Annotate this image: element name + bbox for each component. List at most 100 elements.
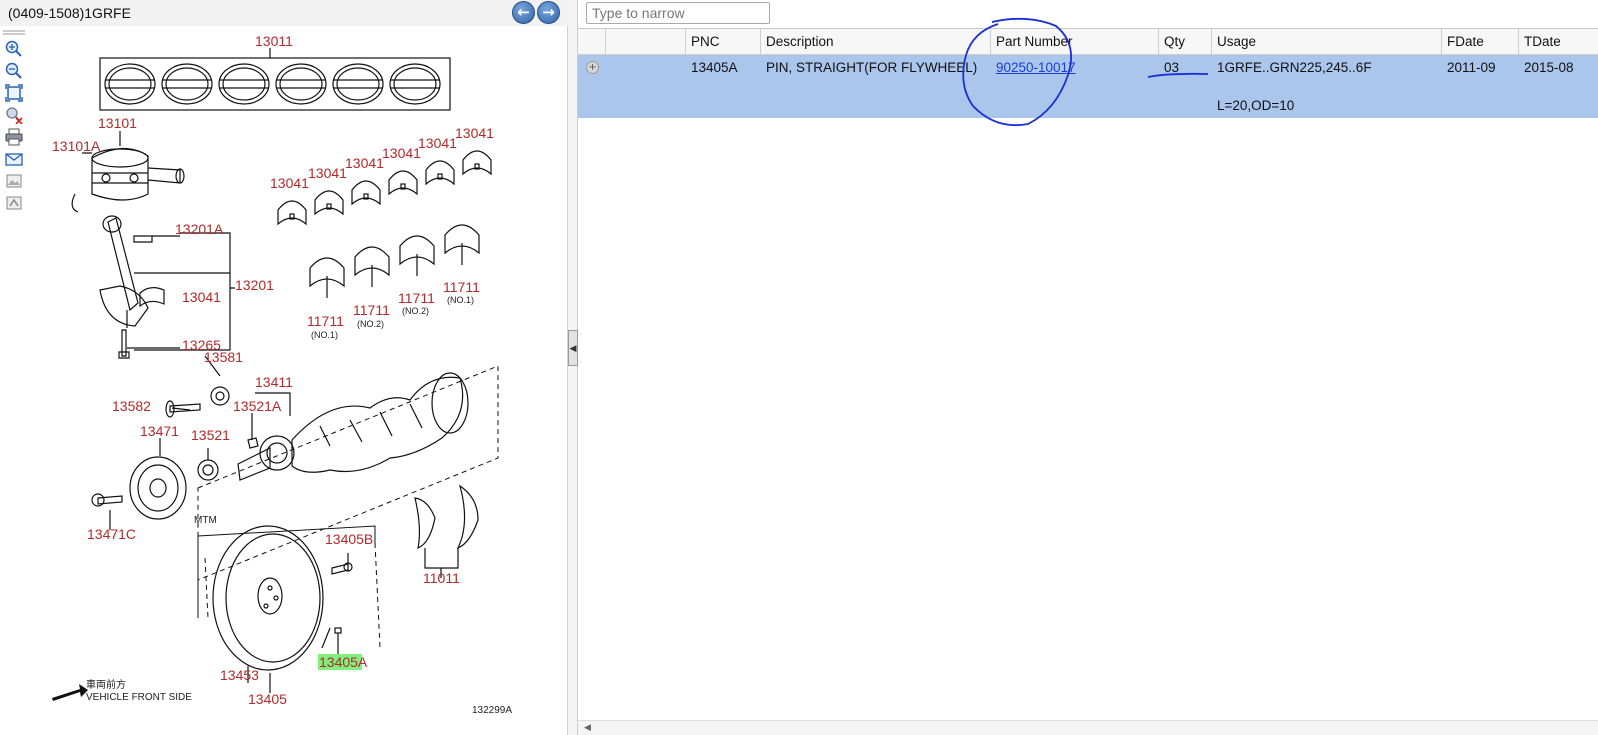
arrow-left-icon: ← [517, 3, 530, 21]
parts-catalog-window: (0409-1508)1GRFE ← → 13011 13101 13101A … [0, 0, 1598, 735]
email-icon [5, 152, 23, 166]
piston-ring [162, 79, 212, 89]
piston-ring [104, 63, 156, 105]
callout-13521[interactable]: 13521 [191, 427, 230, 443]
piston-ring [279, 67, 323, 101]
illustration-toolbar [2, 28, 28, 214]
illustration-title: (0409-1508)1GRFE [8, 5, 131, 21]
callout-13041[interactable]: 13041 [308, 165, 347, 181]
bearing-shell [314, 190, 344, 216]
image-icon [6, 174, 22, 187]
piston-ring [276, 79, 326, 89]
callout-13201[interactable]: 13201 [235, 277, 274, 293]
callout-13041[interactable]: 13041 [382, 145, 421, 161]
column-header-qty[interactable]: Qty [1159, 29, 1212, 55]
illustration-pane: (0409-1508)1GRFE ← → 13011 13101 13101A … [0, 0, 568, 735]
table-row[interactable]: + 13405A PIN, STRAIGHT(FOR FLYWHEEL) 902… [578, 55, 1598, 118]
zoom-out-button[interactable] [2, 60, 26, 81]
bearing-shell [351, 180, 381, 206]
callout-13453[interactable]: 13453 [220, 667, 259, 683]
callout-13411[interactable]: 13411 [255, 374, 293, 390]
callout-13041[interactable]: 13041 [345, 155, 384, 171]
bearing-shell [388, 170, 418, 196]
callout-13101A[interactable]: 13101A [52, 138, 101, 154]
email-button[interactable] [2, 148, 26, 169]
piston-ring [219, 79, 269, 89]
column-header-expand[interactable] [578, 29, 606, 55]
column-header-part-number[interactable]: Part Number [991, 29, 1159, 55]
callout-11711[interactable]: 11711 [443, 279, 480, 295]
cell-qty: 03 [1164, 60, 1180, 75]
expand-row-button[interactable]: + [586, 61, 599, 74]
column-header-tdate[interactable]: TDate [1519, 29, 1598, 55]
callout-13011[interactable]: 13011 [255, 33, 293, 49]
mtm-label: MTM [194, 515, 217, 526]
piston-ring [108, 67, 152, 101]
collapse-pane-button[interactable]: ◀ [568, 330, 578, 366]
piston-ring [161, 63, 213, 105]
piston-ring [105, 79, 155, 89]
triangle-left-icon: ◀ [569, 342, 577, 353]
piston-ring [218, 63, 270, 105]
parts-grid: PNC Description Part Number Qty Usage FD… [578, 28, 1598, 718]
bearing-note: (NO.1) [311, 330, 338, 340]
piston-ring [390, 79, 440, 89]
pane-splitter[interactable] [568, 0, 578, 735]
callout-13201A[interactable]: 13201A [175, 221, 224, 237]
callout-13521A[interactable]: 13521A [233, 398, 282, 414]
piston-ring [165, 67, 209, 101]
callout-13471C[interactable]: 13471C [87, 526, 136, 542]
parts-list-pane: PNC Description Part Number Qty Usage FD… [578, 0, 1598, 735]
callout-13041[interactable]: 13041 [182, 289, 221, 305]
callout-11711[interactable]: 11711 [307, 313, 344, 329]
callout-13101[interactable]: 13101 [98, 115, 137, 131]
export-icon [6, 196, 22, 209]
callout-11711[interactable]: 11711 [398, 290, 435, 306]
piston-ring [275, 63, 327, 105]
piston-ring [332, 63, 384, 105]
fit-to-window-button[interactable] [2, 82, 26, 103]
zoom-in-button[interactable] [2, 38, 26, 59]
zoom-out-icon [5, 62, 22, 79]
scroll-left-icon[interactable]: ◀ [584, 722, 591, 733]
cell-tdate: 2015-08 [1524, 60, 1574, 75]
callout-13582[interactable]: 13582 [112, 398, 151, 414]
callout-13471[interactable]: 13471 [140, 423, 179, 439]
piston-ring [393, 67, 437, 101]
arrow-right-icon: → [542, 3, 555, 21]
image-button[interactable] [2, 170, 26, 191]
toolbar-grip[interactable] [2, 28, 26, 37]
print-button[interactable] [2, 126, 26, 147]
illustration-reference: 132299A [472, 705, 512, 716]
callout-13405B[interactable]: 13405B [325, 531, 373, 547]
bearing-shell [277, 200, 307, 226]
callout-13041[interactable]: 13041 [418, 135, 457, 151]
column-header-fdate[interactable]: FDate [1442, 29, 1519, 55]
previous-illustration-button[interactable]: ← [512, 1, 535, 24]
cell-pnc: 13405A [691, 60, 738, 75]
plus-icon: + [588, 62, 597, 73]
callout-13405A[interactable]: 13405A [319, 654, 368, 670]
exploded-parts-diagram: 13011 13101 13101A 13041 13041 13041 130… [52, 33, 512, 716]
column-header-usage[interactable]: Usage [1212, 29, 1442, 55]
column-header-pnc[interactable]: PNC [686, 29, 761, 55]
callout-13405[interactable]: 13405 [248, 691, 287, 707]
next-illustration-button[interactable]: → [537, 1, 560, 24]
cell-description: PIN, STRAIGHT(FOR FLYWHEEL) [766, 60, 978, 75]
callout-13581[interactable]: 13581 [204, 349, 243, 365]
piston-ring [389, 63, 441, 105]
export-button[interactable] [2, 192, 26, 213]
bearing-note: (NO.2) [402, 306, 429, 316]
part-number-link[interactable]: 90250-10017 [996, 60, 1076, 75]
illustration-header: (0409-1508)1GRFE ← → [0, 0, 568, 26]
bearing-shell [425, 160, 455, 186]
callout-11711[interactable]: 11711 [353, 302, 390, 318]
callout-13041[interactable]: 13041 [455, 125, 494, 141]
clear-highlight-button[interactable] [2, 104, 26, 125]
callout-11011[interactable]: 11011 [423, 570, 460, 586]
column-header-blank[interactable] [606, 29, 686, 55]
horizontal-scrollbar[interactable]: ◀ [578, 720, 1598, 735]
filter-input[interactable] [586, 2, 770, 24]
column-header-description[interactable]: Description [761, 29, 991, 55]
callout-13041[interactable]: 13041 [270, 175, 309, 191]
